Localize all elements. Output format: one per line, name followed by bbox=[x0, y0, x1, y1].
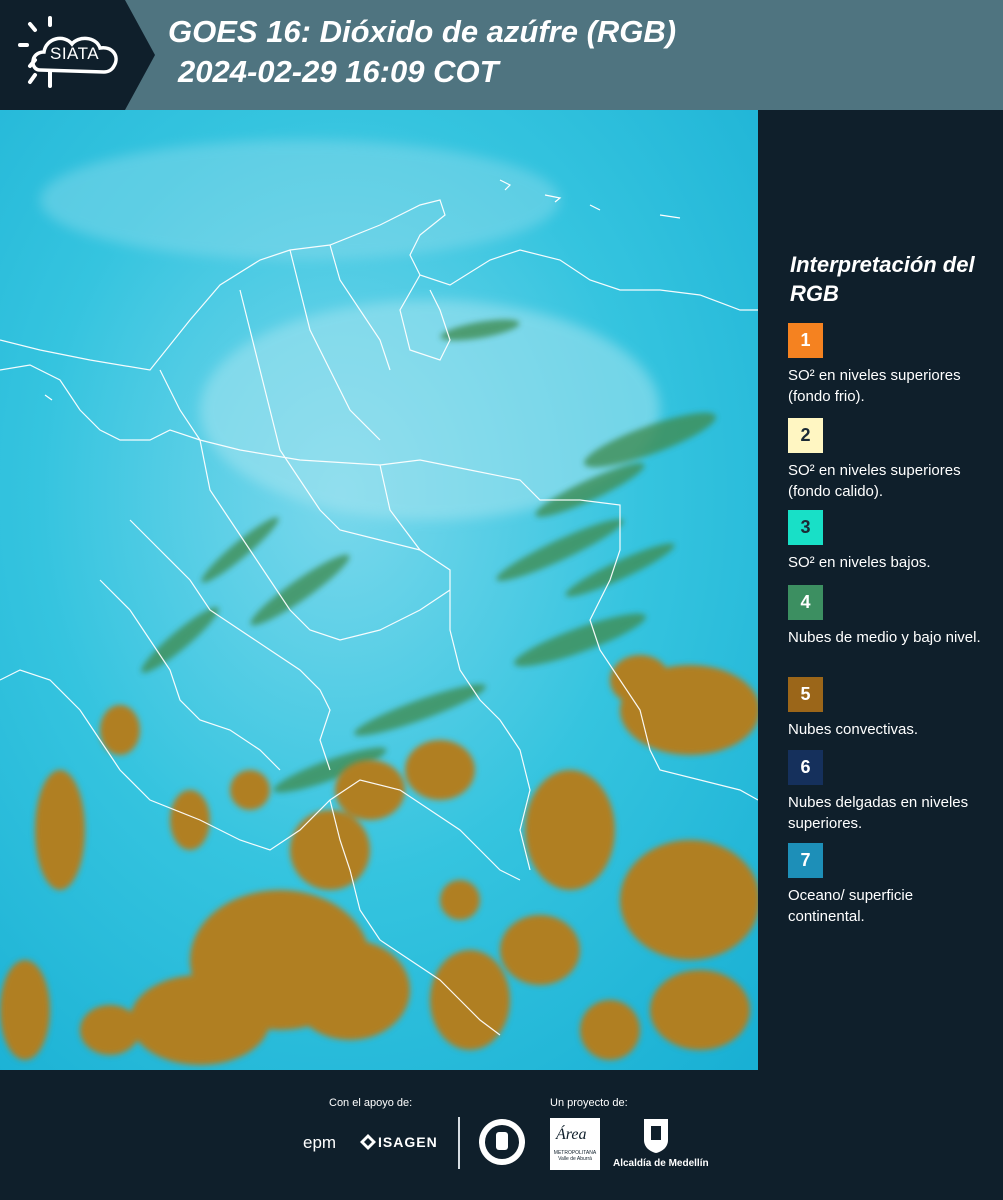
legend-swatch-7: 7 bbox=[788, 843, 823, 878]
legend-swatch-3: 3 bbox=[788, 510, 823, 545]
legend-swatch-5: 5 bbox=[788, 677, 823, 712]
legend-label-2: SO² en niveles superiores (fondo calido)… bbox=[788, 462, 961, 500]
timestamp: 2024-02-29 16:09 COT bbox=[178, 54, 499, 89]
footer-divider bbox=[458, 1117, 460, 1169]
isagen-icon bbox=[360, 1134, 376, 1155]
legend-item-7: 7 Oceano/ superficie continental. bbox=[788, 843, 988, 927]
isagen-logo: ISAGEN bbox=[378, 1134, 438, 1150]
legend-swatch-2: 2 bbox=[788, 418, 823, 453]
logo-text: SIATA bbox=[50, 44, 100, 63]
legend-swatch-1: 1 bbox=[788, 323, 823, 358]
header-bar: SIATA GOES 16: Dióxido de azúfre (RGB) 2… bbox=[0, 0, 1003, 110]
map-image bbox=[0, 110, 758, 1070]
project-label: Un proyecto de: bbox=[550, 1097, 628, 1109]
legend-item-1: 1 SO² en niveles superiores (fondo frio)… bbox=[788, 323, 988, 407]
legend-label-7: Oceano/ superficie continental. bbox=[788, 887, 914, 925]
alcaldia-shield-icon bbox=[643, 1118, 669, 1159]
epm-logo: epm bbox=[303, 1133, 337, 1152]
legend-label-5: Nubes convectivas. bbox=[788, 721, 919, 738]
legend-item-2: 2 SO² en niveles superiores (fondo calid… bbox=[788, 418, 988, 502]
medellin-seal-icon bbox=[478, 1118, 526, 1171]
satellite-map bbox=[0, 110, 758, 1070]
alcaldia-label: Alcaldía de Medellín bbox=[613, 1158, 709, 1169]
legend-label-3: SO² en niveles bajos. bbox=[788, 554, 931, 571]
legend-item-3: 3 SO² en niveles bajos. bbox=[788, 510, 988, 573]
area-metropolitana-logo: Área METROPOLITANA Valle de Aburrá bbox=[550, 1118, 600, 1170]
legend-label-6: Nubes delgadas en niveles superiores. bbox=[788, 794, 969, 832]
legend-title: Interpretación del RGB bbox=[790, 252, 975, 306]
legend-label-4: Nubes de medio y bajo nivel. bbox=[788, 629, 981, 646]
area-logo-subtext: METROPOLITANA Valle de Aburrá bbox=[553, 1150, 597, 1162]
legend-item-6: 6 Nubes delgadas en niveles superiores. bbox=[788, 750, 988, 834]
support-label: Con el apoyo de: bbox=[329, 1097, 413, 1109]
legend-item-5: 5 Nubes convectivas. bbox=[788, 677, 988, 740]
legend-swatch-6: 6 bbox=[788, 750, 823, 785]
page-title: GOES 16: Dióxido de azúfre (RGB) bbox=[168, 14, 677, 49]
legend-label-1: SO² en niveles superiores (fondo frio). bbox=[788, 367, 961, 405]
siata-logo: SIATA bbox=[0, 0, 155, 110]
legend-item-4: 4 Nubes de medio y bajo nivel. bbox=[788, 585, 988, 648]
area-logo-text: Área bbox=[556, 1126, 587, 1143]
legend-swatch-4: 4 bbox=[788, 585, 823, 620]
